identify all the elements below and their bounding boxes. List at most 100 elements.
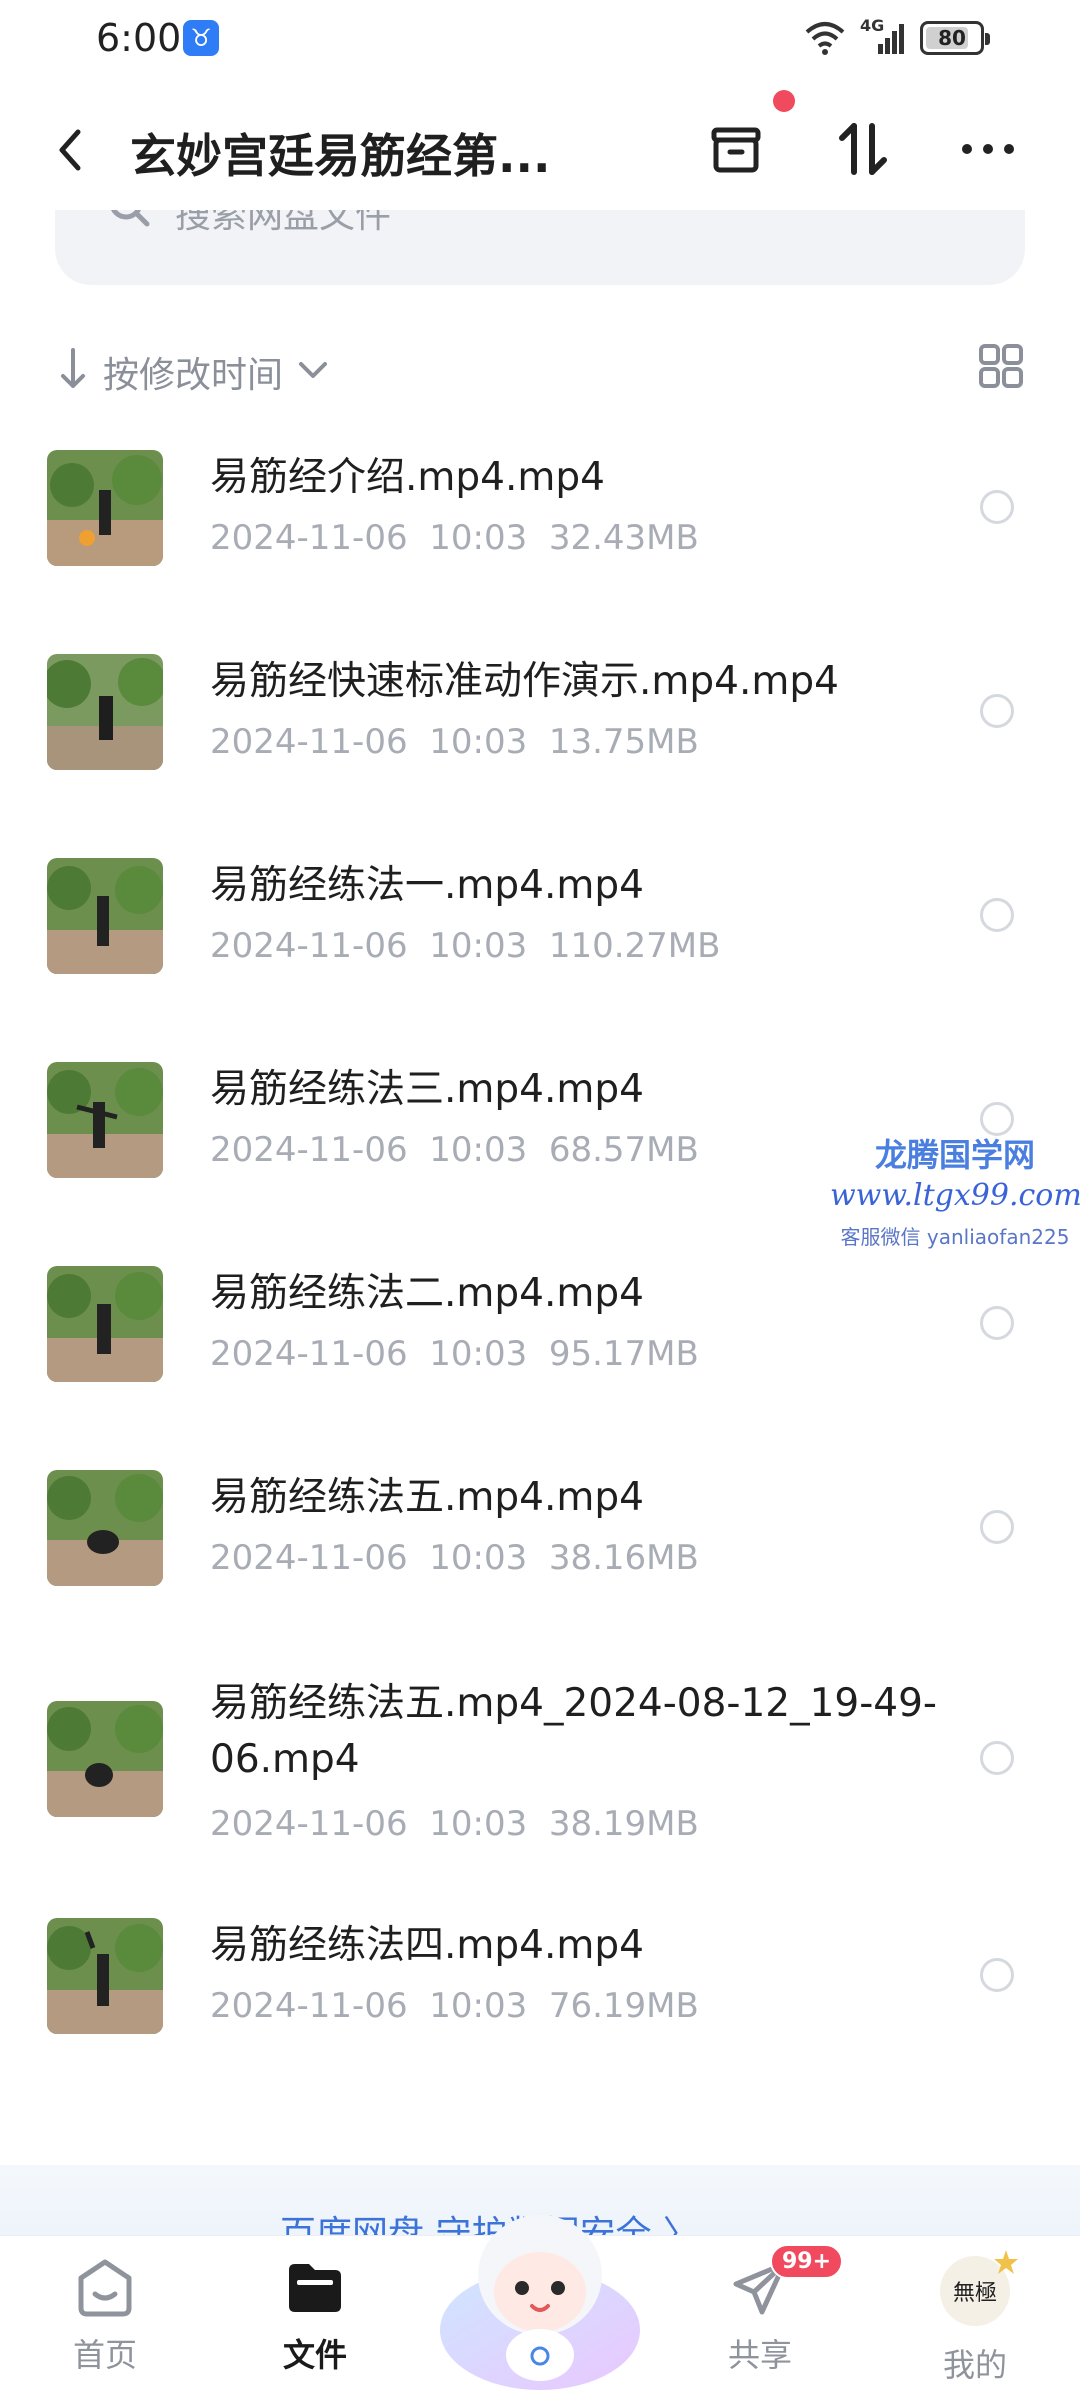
- search-placeholder: 搜索网盘文件: [175, 210, 392, 236]
- search-icon: [111, 210, 150, 227]
- back-icon[interactable]: [50, 120, 90, 180]
- tab-label: 共享: [727, 2336, 792, 2374]
- file-size: 95.17MB: [548, 1334, 699, 1374]
- list-item[interactable]: 易筋经练法五.mp4_2024-08-12_19-49-06.mp4 2024-…: [0, 1676, 1080, 1876]
- file-name: 易筋经练法四.mp4.mp4: [210, 1923, 644, 1968]
- file-time: 10:03: [429, 1334, 528, 1374]
- more-options-icon[interactable]: [955, 116, 1021, 182]
- file-date: 2024-11-06: [210, 1538, 408, 1578]
- file-meta: 2024-11-06 10:03 32.43MB: [210, 518, 699, 558]
- file-time: 10:03: [429, 1130, 528, 1170]
- video-thumbnail: [47, 1266, 163, 1382]
- avatar: 無極: [940, 2250, 1018, 2326]
- video-thumbnail: [47, 1470, 163, 1586]
- file-time: 10:03: [429, 1538, 528, 1578]
- file-meta: 2024-11-06 10:03 76.19MB: [210, 1986, 699, 2026]
- file-meta: 2024-11-06 10:03 110.27MB: [210, 926, 720, 966]
- sort-bar: 按修改时间: [55, 338, 1025, 398]
- transfer-list-icon[interactable]: [703, 116, 769, 182]
- file-size: 110.27MB: [548, 926, 721, 966]
- file-size: 76.19MB: [548, 1986, 699, 2026]
- notification-dot: [773, 90, 795, 112]
- list-item[interactable]: 易筋经快速标准动作演示.mp4.mp4 2024-11-06 10:03 13.…: [0, 654, 1080, 804]
- file-date: 2024-11-06: [210, 722, 408, 762]
- list-item[interactable]: 易筋经练法一.mp4.mp4 2024-11-06 10:03 110.27MB: [0, 858, 1080, 1008]
- watermark: 龙腾国学网 www.ltgx99.com 客服微信 yanliaofan225: [830, 1130, 1080, 1250]
- page-title: 玄妙宫廷易筋经第...: [130, 129, 551, 183]
- home-face-icon: [78, 2259, 132, 2317]
- file-time: 10:03: [429, 1986, 528, 2026]
- select-radio[interactable]: [980, 1958, 1014, 1992]
- file-size: 68.57MB: [548, 1130, 699, 1170]
- notification-badge: 99+: [770, 2244, 844, 2279]
- file-meta: 2024-11-06 10:03 38.16MB: [210, 1538, 699, 1578]
- wifi-icon: [805, 22, 845, 55]
- file-time: 10:03: [429, 518, 528, 558]
- sort-icon[interactable]: [830, 116, 896, 182]
- file-time: 10:03: [429, 1804, 528, 1844]
- battery-icon: 80: [920, 21, 990, 55]
- search-input[interactable]: 搜索网盘文件: [55, 210, 1025, 285]
- select-radio[interactable]: [980, 1306, 1014, 1340]
- sort-mode-label[interactable]: 按修改时间: [103, 346, 283, 398]
- file-name: 易筋经练法二.mp4.mp4: [210, 1271, 644, 1316]
- battery-level: 80: [938, 26, 966, 50]
- file-name: 易筋经快速标准动作演示.mp4.mp4: [210, 659, 839, 704]
- file-meta: 2024-11-06 10:03 95.17MB: [210, 1334, 699, 1374]
- file-name: 易筋经练法五.mp4.mp4: [210, 1475, 644, 1520]
- file-time: 10:03: [429, 926, 528, 966]
- tab-label: 我的: [942, 2346, 1007, 2384]
- tab-label: 首页: [72, 2336, 137, 2374]
- select-radio[interactable]: [980, 898, 1014, 932]
- file-time: 10:03: [429, 722, 528, 762]
- status-time: 6:00: [96, 16, 182, 60]
- file-date: 2024-11-06: [210, 518, 408, 558]
- file-date: 2024-11-06: [210, 1804, 408, 1844]
- file-name: 易筋经练法一.mp4.mp4: [210, 863, 644, 908]
- video-thumbnail: [47, 1918, 163, 2034]
- video-thumbnail: [47, 450, 163, 566]
- list-item[interactable]: 易筋经练法四.mp4.mp4 2024-11-06 10:03 76.19MB: [0, 1918, 1080, 2068]
- file-size: 13.75MB: [548, 722, 699, 762]
- file-date: 2024-11-06: [210, 926, 408, 966]
- list-item[interactable]: 易筋经练法五.mp4.mp4 2024-11-06 10:03 38.16MB: [0, 1470, 1080, 1620]
- file-date: 2024-11-06: [210, 1130, 408, 1170]
- star-icon: [994, 2250, 1018, 2274]
- file-size: 32.43MB: [548, 518, 699, 558]
- select-radio[interactable]: [980, 490, 1014, 524]
- tab-label: 文件: [282, 2336, 347, 2374]
- tab-share[interactable]: 99+ 共享: [690, 2244, 844, 2396]
- status-indicators: 4G 80: [804, 16, 990, 58]
- video-thumbnail: [47, 1062, 163, 1178]
- file-meta: 2024-11-06 10:03 38.19MB: [210, 1804, 699, 1844]
- cellular-signal-icon: 4G: [860, 16, 906, 56]
- file-name: 易筋经练法五.mp4_2024-08-12_19-49-06.mp4: [210, 1681, 938, 1782]
- chevron-down-icon[interactable]: [295, 352, 331, 388]
- file-date: 2024-11-06: [210, 1986, 408, 2026]
- watermark-title: 龙腾国学网: [874, 1136, 1035, 1174]
- arrow-down-icon[interactable]: [55, 346, 91, 390]
- avatar-text: 無極: [952, 2281, 997, 2306]
- app-notification-icon: ♉: [183, 20, 219, 56]
- select-radio[interactable]: [980, 1741, 1014, 1775]
- file-meta: 2024-11-06 10:03 13.75MB: [210, 722, 699, 762]
- file-name: 易筋经练法三.mp4.mp4: [210, 1067, 644, 1112]
- header-bar: 玄妙宫廷易筋经第...: [0, 90, 1080, 210]
- video-thumbnail: [47, 654, 163, 770]
- tab-files[interactable]: 文件: [245, 2256, 385, 2396]
- file-size: 38.16MB: [548, 1538, 699, 1578]
- list-item[interactable]: 易筋经练法二.mp4.mp4 2024-11-06 10:03 95.17MB: [0, 1266, 1080, 1416]
- select-radio[interactable]: [980, 694, 1014, 728]
- file-name: 易筋经介绍.mp4.mp4: [210, 455, 605, 500]
- file-size: 38.19MB: [548, 1804, 699, 1844]
- tab-home[interactable]: 首页: [35, 2256, 175, 2396]
- file-meta: 2024-11-06 10:03 68.57MB: [210, 1130, 699, 1170]
- list-item[interactable]: 易筋经介绍.mp4.mp4 2024-11-06 10:03 32.43MB: [0, 450, 1080, 600]
- select-radio[interactable]: [980, 1510, 1014, 1544]
- grid-view-icon[interactable]: [977, 342, 1025, 390]
- status-bar: 6:00 ♉ 4G 80: [0, 0, 1080, 80]
- tab-profile[interactable]: 無極 我的: [905, 2250, 1045, 2396]
- ai-assistant-mascot-icon[interactable]: [430, 2180, 650, 2400]
- video-thumbnail: [47, 1701, 163, 1817]
- file-date: 2024-11-06: [210, 1334, 408, 1374]
